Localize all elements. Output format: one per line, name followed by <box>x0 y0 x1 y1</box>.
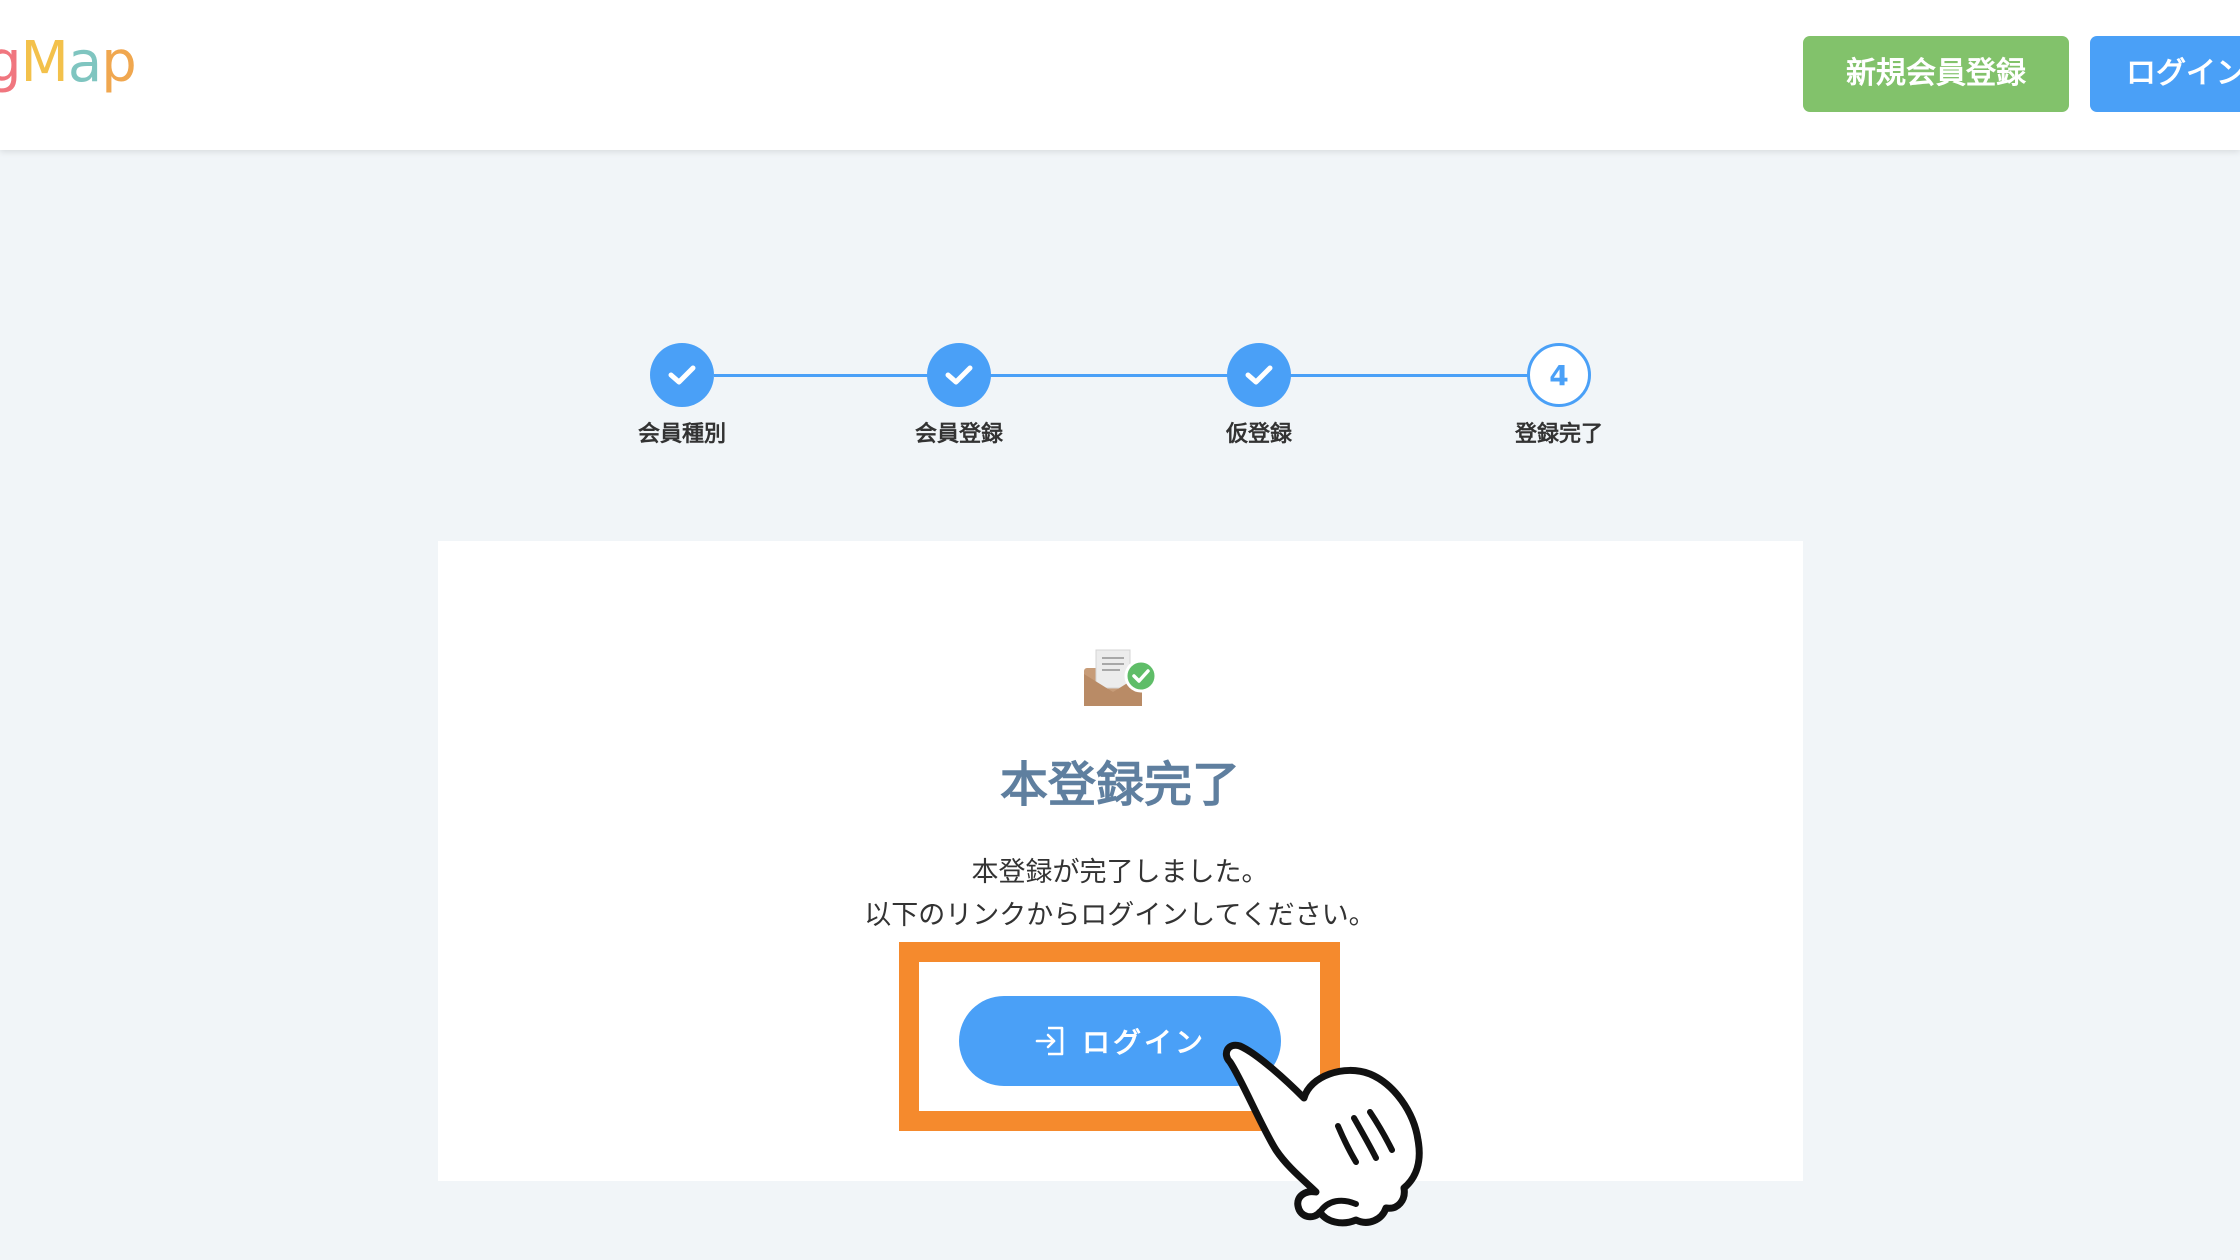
completion-message-line2: 以下のリンクからログインしてください。 <box>864 900 1376 931</box>
step-connector <box>1290 374 1560 377</box>
registration-stepper: 4 会員種別 会員登録 仮登録 登録完了 <box>0 0 2240 470</box>
completion-title: 本登録完了 <box>999 757 1240 813</box>
check-icon <box>1245 365 1273 385</box>
step-label: 会員種別 <box>637 422 726 447</box>
pointing-hand-icon <box>1222 1041 1423 1227</box>
step-2-complete <box>927 343 991 407</box>
step-label: 会員登録 <box>914 422 1003 447</box>
completion-message-line1: 本登録が完了しました。 <box>971 857 1269 888</box>
check-icon <box>668 365 696 385</box>
step-connector <box>990 374 1260 377</box>
step-connector <box>714 374 960 377</box>
step-label: 仮登録 <box>1225 422 1292 447</box>
login-icon <box>1035 1026 1064 1056</box>
step-1-complete <box>650 343 714 407</box>
step-4-current: 4 <box>1527 343 1591 407</box>
step-3-complete <box>1227 343 1291 407</box>
login-button-label: ログイン <box>1081 1026 1206 1059</box>
check-icon <box>945 365 973 385</box>
mail-check-icon <box>1084 649 1158 706</box>
step-label: 登録完了 <box>1514 422 1603 447</box>
